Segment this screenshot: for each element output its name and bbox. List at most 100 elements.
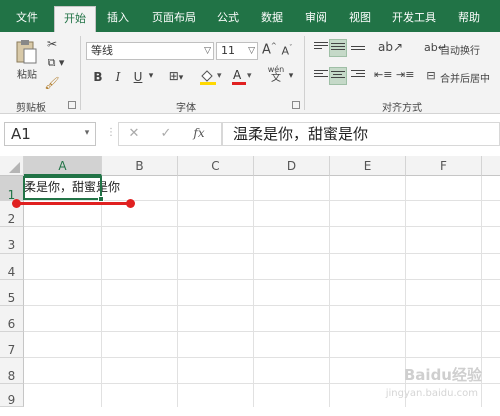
confirm-icon[interactable]: ✓ (159, 126, 173, 141)
fill-bucket-icon: ▾ (200, 70, 222, 85)
align-center-icon (331, 71, 345, 81)
row-header-4[interactable]: 4 (0, 254, 24, 280)
row-header-5[interactable]: 5 (0, 280, 24, 306)
row-header-9[interactable]: 9 (0, 384, 24, 407)
merge-center-icon: ⊟ (426, 69, 436, 82)
shrink-font-icon: A (281, 44, 290, 58)
row-header-3[interactable]: 3 (0, 227, 24, 254)
clipboard-launcher-icon[interactable] (68, 101, 76, 109)
gridline (24, 226, 500, 227)
tab-data[interactable]: 数据 (254, 6, 290, 32)
insert-function-button[interactable]: fx (191, 126, 207, 140)
font-color-button[interactable]: A ▾ (230, 67, 256, 88)
gridline (24, 305, 500, 306)
font-size-combo[interactable]: 11 ▽ (216, 42, 258, 60)
annotation-underline (16, 202, 131, 205)
selected-cell-a1[interactable] (23, 176, 104, 202)
divider (80, 36, 81, 110)
svg-text:A: A (233, 68, 242, 82)
gridline (329, 176, 330, 407)
paste-label: 粘贴 (17, 70, 37, 81)
svg-text:▾: ▾ (247, 71, 252, 81)
gridline (101, 176, 102, 407)
underline-dropdown-icon[interactable]: ▾ (146, 71, 156, 81)
column-header-f[interactable]: F (406, 156, 482, 176)
tab-file[interactable]: 文件 (4, 6, 50, 32)
tab-review[interactable]: 审阅 (298, 6, 334, 32)
orientation-icon: ab↗ (378, 40, 404, 54)
font-group-label: 字体 (176, 103, 196, 114)
row-header-1[interactable]: 1 (0, 176, 24, 202)
font-launcher-icon[interactable] (292, 101, 300, 109)
ribbon: 粘贴 ✂ ⧉ ▾ 🖌 剪贴板 等线 ▽ 11 ▽ A^ Aˇ B I U ▾ ⊞… (0, 32, 500, 114)
svg-text:▾: ▾ (217, 71, 222, 81)
font-size-value: 11 (221, 44, 235, 57)
watermark-logo: Baidu经验 (403, 366, 482, 384)
border-icon: ⊞ (168, 69, 179, 83)
column-header-a[interactable]: A (24, 156, 102, 176)
phonetic-bottom: 文 (271, 73, 281, 84)
tab-formulas[interactable]: 公式 (210, 6, 246, 32)
border-button[interactable]: ⊞▾ (164, 69, 188, 83)
tab-help[interactable]: 帮助 (450, 6, 488, 32)
copy-icon[interactable]: ⧉ ▾ (44, 56, 68, 70)
column-header-d[interactable]: D (254, 156, 330, 176)
more-options-icon: ⋮ (106, 127, 116, 138)
clipboard-group-label: 剪贴板 (16, 103, 46, 114)
merge-center-button[interactable]: 合并后居中 (440, 70, 498, 85)
align-bottom-icon[interactable] (351, 46, 365, 56)
fill-color-button[interactable]: ▾ (198, 67, 224, 88)
wrap-text-icon: ab↵ (424, 41, 447, 54)
phonetic-dropdown-icon[interactable]: ▾ (287, 71, 295, 81)
orientation-button[interactable]: ab↗ (378, 40, 404, 54)
tab-developer[interactable]: 开发工具 (386, 6, 442, 32)
paste-button[interactable] (14, 38, 38, 64)
underline-button[interactable]: U (132, 70, 144, 84)
row-header-6[interactable]: 6 (0, 306, 24, 332)
gridline (24, 331, 500, 332)
ribbon-tab-bar: 文件 开始 插入 页面布局 公式 数据 审阅 视图 开发工具 帮助 (0, 0, 500, 32)
gridline (24, 279, 500, 280)
grow-font-icon: A (262, 42, 271, 58)
gridline (177, 176, 178, 407)
column-header-g[interactable] (482, 156, 500, 176)
column-header-e[interactable]: E (330, 156, 406, 176)
italic-button[interactable]: I (112, 70, 124, 84)
bold-button[interactable]: B (92, 70, 104, 84)
name-box-dropdown-icon[interactable]: ▾ (82, 128, 92, 138)
column-header-b[interactable]: B (102, 156, 178, 176)
tab-view[interactable]: 视图 (342, 6, 378, 32)
grow-font-button[interactable]: A^ (262, 42, 277, 58)
align-top-icon[interactable] (314, 42, 328, 52)
column-header-c[interactable]: C (178, 156, 254, 176)
increase-indent-icon[interactable]: ⇥≡ (396, 68, 414, 81)
phonetic-guide-button[interactable]: wén 文 (266, 65, 286, 84)
cut-icon[interactable]: ✂ (44, 37, 60, 51)
clipboard-icon (16, 40, 37, 64)
align-right-icon[interactable] (351, 70, 365, 80)
tab-home[interactable]: 开始 (54, 6, 96, 32)
alignment-group-label: 对齐方式 (382, 103, 422, 114)
wrap-text-button[interactable]: 自动换行 (440, 42, 492, 57)
divider (304, 36, 305, 110)
tab-insert[interactable]: 插入 (100, 6, 136, 32)
cancel-icon[interactable]: ✕ (127, 126, 141, 141)
row-header-8[interactable]: 8 (0, 358, 24, 384)
font-name-combo[interactable]: 等线 ▽ (86, 42, 214, 60)
align-left-icon[interactable] (314, 70, 328, 80)
row-header-7[interactable]: 7 (0, 332, 24, 358)
shrink-font-button[interactable]: Aˇ (280, 44, 294, 58)
tab-page-layout[interactable]: 页面布局 (146, 6, 202, 32)
chevron-down-icon: ▽ (248, 46, 255, 56)
watermark-url: jingyan.baidu.com (385, 388, 478, 399)
font-name-value: 等线 (91, 44, 113, 57)
align-middle-icon (331, 43, 345, 53)
font-color-icon: A ▾ (232, 68, 252, 85)
format-painter-icon[interactable]: 🖌 (44, 76, 60, 90)
gridline (24, 357, 500, 358)
formula-input[interactable]: 温柔是你，甜蜜是你 (222, 122, 500, 146)
decrease-indent-icon[interactable]: ⇤≡ (374, 68, 392, 81)
select-all-corner[interactable] (0, 156, 24, 176)
chevron-down-icon: ▽ (204, 46, 211, 56)
formula-buttons: ✕ ✓ fx (118, 122, 222, 146)
